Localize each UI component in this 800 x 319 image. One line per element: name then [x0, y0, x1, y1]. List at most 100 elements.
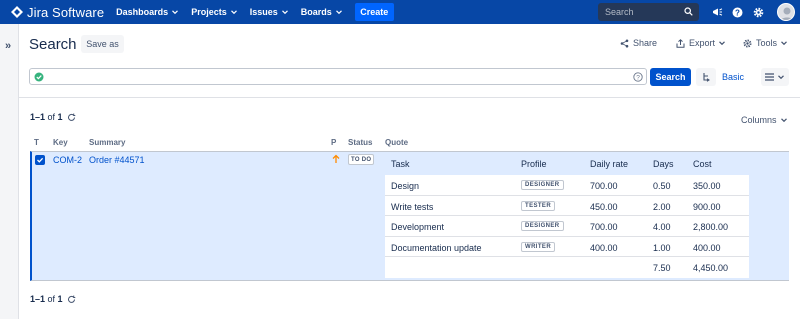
- row-select-checkbox[interactable]: [35, 155, 45, 165]
- list-view-icon: [765, 73, 774, 81]
- help-icon[interactable]: ?: [730, 5, 744, 19]
- issue-key-link[interactable]: COM-2: [53, 155, 82, 165]
- chevron-down-icon: [281, 10, 288, 15]
- chevron-down-icon: [778, 75, 784, 80]
- column-header-type[interactable]: T: [34, 138, 39, 147]
- pager-of: of: [45, 294, 58, 304]
- refresh-icon[interactable]: [67, 295, 76, 304]
- quote-table: Design DESIGNER 700.00 0.50 350.00 Write…: [385, 175, 749, 278]
- top-navigation: Jira Software Dashboards Projects Issues…: [0, 0, 800, 24]
- columns-button[interactable]: Columns: [741, 115, 788, 125]
- priority-medium-arrow-icon: [332, 154, 340, 163]
- page-title: Search: [29, 36, 77, 53]
- save-as-button[interactable]: Save as: [81, 35, 124, 53]
- results-pager-top: 1–1 of 1: [30, 112, 76, 122]
- chevron-down-icon: [172, 10, 179, 15]
- column-header-priority[interactable]: P: [331, 138, 336, 147]
- global-search[interactable]: [598, 3, 699, 21]
- nav-boards[interactable]: Boards: [301, 7, 343, 17]
- chevron-down-icon: [719, 41, 725, 46]
- nav-dashboards-label: Dashboards: [116, 7, 169, 17]
- pager-range: 1–1: [30, 294, 46, 304]
- nav-issues-label: Issues: [249, 7, 278, 17]
- quote-header-days: Days: [653, 159, 674, 169]
- quote-header-rate: Daily rate: [590, 159, 629, 169]
- checkmark-icon: [37, 157, 44, 163]
- nav-projects-label: Projects: [191, 7, 227, 17]
- pager-of: of: [45, 112, 58, 122]
- issue-summary-link[interactable]: Order #44571: [89, 155, 145, 165]
- quote-days: 2.00: [653, 201, 671, 212]
- jira-logo-icon: [11, 6, 23, 18]
- sidebar: »: [0, 24, 19, 319]
- export-icon: [676, 38, 685, 48]
- basic-search-link[interactable]: Basic: [722, 72, 744, 82]
- profile-badge: TESTER: [521, 200, 556, 211]
- chevron-down-icon: [335, 10, 342, 15]
- jql-query-input[interactable]: ?: [29, 68, 647, 85]
- notifications-icon[interactable]: [710, 5, 724, 19]
- nav-projects[interactable]: Projects: [191, 7, 238, 17]
- svg-text:?: ?: [636, 74, 640, 81]
- create-button[interactable]: Create: [354, 3, 394, 21]
- quote-rate: 700.00: [590, 222, 618, 233]
- quote-days: 0.50: [653, 181, 671, 191]
- search-icon: [684, 7, 693, 16]
- quote-rate: 400.00: [590, 242, 618, 253]
- share-button[interactable]: Share: [620, 38, 657, 48]
- svg-text:?: ?: [735, 8, 740, 17]
- column-header-key[interactable]: Key: [53, 138, 68, 147]
- quote-rate: 450.00: [590, 201, 618, 212]
- export-label: Export: [689, 38, 716, 48]
- jira-logo[interactable]: Jira Software: [11, 5, 104, 20]
- quote-total-days: 7.50: [653, 263, 671, 274]
- quote-task: Design: [391, 181, 420, 191]
- tools-button[interactable]: Tools: [743, 38, 792, 48]
- expand-sidebar-icon[interactable]: »: [5, 40, 11, 52]
- quote-rate: 700.00: [590, 181, 618, 191]
- quote-task: Documentation update: [391, 242, 482, 253]
- view-switcher-button[interactable]: [761, 68, 789, 86]
- nav-issues[interactable]: Issues: [250, 7, 289, 17]
- nav-dashboards[interactable]: Dashboards: [116, 7, 179, 17]
- logo-text: Jira Software: [27, 4, 105, 20]
- quote-task: Write tests: [391, 201, 434, 212]
- column-header-summary[interactable]: Summary: [89, 138, 125, 147]
- chevron-down-icon: [230, 10, 237, 15]
- tools-label: Tools: [756, 38, 778, 48]
- user-avatar[interactable]: [777, 3, 795, 21]
- profile-badge: DESIGNER: [521, 180, 564, 190]
- status-badge: TO DO: [348, 154, 375, 165]
- nav-boards-label: Boards: [300, 7, 332, 17]
- export-button[interactable]: Export: [676, 38, 730, 48]
- quote-total-cost: 4,450.00: [693, 263, 729, 274]
- pager-range: 1–1: [30, 112, 46, 122]
- quote-task: Development: [391, 222, 445, 233]
- syntax-help-icon[interactable]: ?: [633, 72, 643, 82]
- results-pager-bottom: 1–1 of 1: [30, 294, 76, 304]
- valid-query-check-icon: [34, 72, 44, 82]
- hierarchy-toggle-button[interactable]: [696, 68, 716, 86]
- search-button[interactable]: Search: [650, 68, 691, 86]
- quote-days: 1.00: [653, 242, 671, 253]
- quote-header-task: Task: [391, 159, 410, 169]
- refresh-icon[interactable]: [67, 113, 76, 122]
- global-search-input[interactable]: [605, 7, 685, 17]
- settings-gear-icon[interactable]: [751, 5, 765, 19]
- divider: [19, 97, 800, 98]
- columns-label: Columns: [741, 115, 777, 125]
- quote-days: 4.00: [653, 222, 671, 233]
- quote-row: Design DESIGNER 700.00 0.50 350.00: [385, 175, 749, 196]
- hierarchy-icon: [702, 73, 710, 82]
- quote-header-cost: Cost: [693, 159, 712, 169]
- column-header-status[interactable]: Status: [348, 138, 372, 147]
- pager-total: 1: [57, 294, 63, 304]
- quote-cost: 900.00: [693, 201, 721, 212]
- profile-badge: WRITER: [521, 241, 556, 252]
- column-header-quote[interactable]: Quote: [385, 138, 408, 147]
- quote-cost: 400.00: [693, 242, 721, 253]
- quote-header-profile: Profile: [521, 159, 547, 169]
- quote-row: Write tests TESTER 450.00 2.00 900.00: [385, 196, 749, 217]
- user-icon: [780, 7, 794, 20]
- quote-row: Development DESIGNER 700.00 4.00 2,800.0…: [385, 216, 749, 237]
